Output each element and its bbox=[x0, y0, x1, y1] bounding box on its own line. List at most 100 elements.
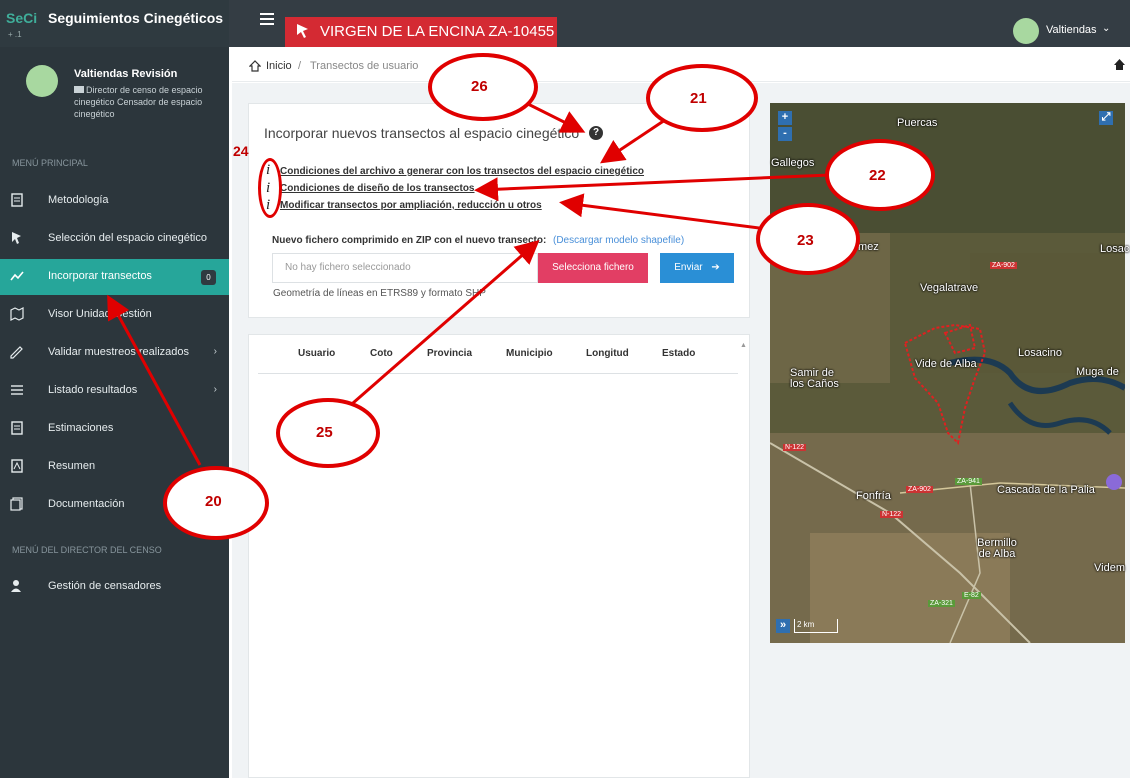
camera-icon[interactable] bbox=[1106, 474, 1122, 490]
column-header-coto[interactable]: Coto bbox=[370, 348, 393, 359]
download-shapefile-link[interactable]: (Descargar modelo shapefile) bbox=[553, 235, 684, 246]
map-scale: » 2 km bbox=[776, 619, 840, 633]
sidebar-item-label: Listado resultados bbox=[48, 384, 138, 396]
breadcrumb-separator: / bbox=[298, 60, 302, 72]
annotation-number: 25 bbox=[316, 424, 333, 441]
column-header-municipio[interactable]: Municipio bbox=[506, 348, 553, 359]
sidebar-avatar bbox=[26, 65, 58, 97]
help-icon[interactable]: ? bbox=[589, 126, 603, 140]
arrow-right-icon: ➔ bbox=[711, 262, 720, 273]
page-title: Incorporar nuevos transectos al espacio … bbox=[264, 125, 580, 141]
annotation-number: 23 bbox=[797, 232, 814, 249]
column-header-provincia[interactable]: Provincia bbox=[427, 348, 472, 359]
home-icon[interactable] bbox=[249, 60, 261, 72]
annotation-24 bbox=[258, 158, 282, 218]
sidebar-item-incorporar-transectos[interactable]: Incorporar transectos 0 bbox=[0, 259, 229, 295]
chevron-right-icon: › bbox=[213, 384, 217, 395]
info-link-file-conditions[interactable]: Condiciones del archivo a generar con lo… bbox=[280, 166, 644, 177]
sidebar-user-name: Valtiendas Revisión bbox=[74, 68, 178, 80]
send-label: Enviar bbox=[674, 262, 703, 273]
zip-file-label: Nuevo fichero comprimido en ZIP con el n… bbox=[272, 235, 547, 246]
id-card-icon bbox=[74, 86, 84, 93]
coto-title: VIRGEN DE LA ENCINA ZA-10455 bbox=[320, 23, 555, 40]
zoom-out-button[interactable]: - bbox=[778, 127, 792, 141]
sidebar-item-seleccion[interactable]: Selección del espacio cinegético bbox=[0, 221, 229, 257]
map-place-label: Vegalatrave bbox=[920, 282, 979, 294]
count-badge: 0 bbox=[201, 270, 216, 285]
brand-logo: SeCi bbox=[6, 10, 38, 26]
chevron-down-icon[interactable]: ⌄ bbox=[1102, 23, 1110, 34]
map-place-label: Videm bbox=[1094, 562, 1125, 574]
map-place-label: Fonfría bbox=[856, 490, 891, 502]
sidebar-item-label: Selección del espacio cinegético bbox=[48, 232, 207, 244]
sidebar-user-role: Director de censo de espacio cinegético … bbox=[74, 84, 224, 120]
sidebar-item-label: Incorporar transectos bbox=[48, 270, 152, 282]
sidebar-item-label: Visor Unidad Gestión bbox=[48, 308, 152, 320]
road-label: ZA-321 bbox=[928, 600, 955, 607]
sidebar-item-label: Gestión de censadores bbox=[48, 580, 162, 592]
brand-sub: + .1 bbox=[8, 30, 22, 39]
sidebar-item-gestion-censadores[interactable]: Gestión de censadores bbox=[0, 569, 229, 605]
sidebar-item-estimaciones[interactable]: Estimaciones bbox=[0, 411, 229, 447]
scroll-up-icon[interactable]: ▲ bbox=[740, 342, 747, 349]
sidebar-item-label: Resumen bbox=[48, 460, 96, 472]
list-icon bbox=[11, 385, 23, 395]
map-place-label: Bermillo de Alba bbox=[977, 537, 1017, 560]
map-place-label: Vide de Alba bbox=[915, 358, 977, 370]
user-menu[interactable]: Valtiendas bbox=[1046, 24, 1097, 36]
sidebar-item-listado[interactable]: Listado resultados › bbox=[0, 373, 229, 409]
sidebar-item-visor[interactable]: Visor Unidad Gestión bbox=[0, 297, 229, 333]
column-header-longitud[interactable]: Longitud bbox=[586, 348, 629, 359]
map-place-label: Gallegos bbox=[771, 157, 815, 169]
map-place-label: Puercas bbox=[897, 117, 938, 129]
sidebar-item-label: Documentación bbox=[48, 498, 125, 510]
road-label: E-82 bbox=[962, 592, 981, 599]
map-place-label: Losac bbox=[1100, 243, 1130, 255]
file-input[interactable]: No hay fichero seleccionado bbox=[272, 253, 538, 283]
home-icon[interactable] bbox=[1113, 58, 1126, 71]
map-place-label: Cascada de la Palia bbox=[997, 484, 1095, 496]
breadcrumb-home[interactable]: Inicio bbox=[266, 60, 292, 72]
road-label: ZA-902 bbox=[990, 262, 1017, 269]
menu-director-heading: MENÚ DEL DIRECTOR DEL CENSO bbox=[12, 545, 162, 555]
files-icon bbox=[10, 497, 23, 511]
menu-toggle-icon[interactable] bbox=[260, 13, 274, 27]
sidebar-item-label: Validar muestreos realizados bbox=[48, 346, 190, 358]
annotation-number: 20 bbox=[205, 493, 222, 510]
pointer-icon bbox=[12, 232, 21, 244]
app-title: Seguimientos Cinegéticos bbox=[48, 10, 224, 26]
chevron-right-icon: › bbox=[213, 346, 217, 357]
document-icon bbox=[11, 421, 23, 435]
brand[interactable]: SeCi Seguimientos Cinegéticos + .1 bbox=[0, 0, 229, 47]
fullscreen-icon[interactable]: ⤢ bbox=[1099, 111, 1113, 125]
info-link-modify-transects[interactable]: Modificar transectos por ampliación, red… bbox=[280, 200, 542, 211]
users-icon bbox=[11, 580, 21, 592]
role-text: Director de censo de espacio cinegético … bbox=[74, 85, 203, 119]
sidebar-item-label: Metodología bbox=[48, 194, 109, 206]
sidebar-item-metodologia[interactable]: Metodología bbox=[0, 183, 229, 219]
document-icon bbox=[11, 193, 23, 207]
road-label: N-122 bbox=[880, 511, 904, 518]
select-file-button[interactable]: Selecciona fichero bbox=[538, 253, 648, 283]
sidebar-item-label: Estimaciones bbox=[48, 422, 114, 434]
map-place-label: Muga de bbox=[1076, 366, 1119, 378]
road-label: ZA-902 bbox=[906, 486, 933, 493]
zoom-in-button[interactable]: + bbox=[778, 111, 792, 125]
column-header-estado[interactable]: Estado bbox=[662, 348, 695, 359]
map-place-label: mez bbox=[858, 241, 879, 253]
avatar[interactable] bbox=[1013, 18, 1039, 44]
road-label: ZA-941 bbox=[955, 478, 982, 485]
pointer-icon bbox=[297, 24, 308, 38]
pdf-icon bbox=[11, 459, 23, 473]
map-place-label: Losacino bbox=[1018, 347, 1063, 359]
annotation-number: 24 bbox=[233, 143, 249, 159]
trend-icon bbox=[10, 271, 24, 281]
column-header-usuario[interactable]: Usuario bbox=[298, 348, 335, 359]
map-place-label: Samir de los Caños bbox=[790, 367, 839, 390]
edit-icon bbox=[10, 346, 23, 359]
send-button[interactable]: Enviar ➔ bbox=[660, 253, 734, 283]
map-icon bbox=[10, 307, 24, 321]
info-link-design-conditions[interactable]: Condiciones de diseño de los transectos bbox=[280, 183, 475, 194]
scale-toggle-button[interactable]: » bbox=[776, 619, 790, 633]
sidebar-item-validar[interactable]: Validar muestreos realizados › bbox=[0, 335, 229, 371]
